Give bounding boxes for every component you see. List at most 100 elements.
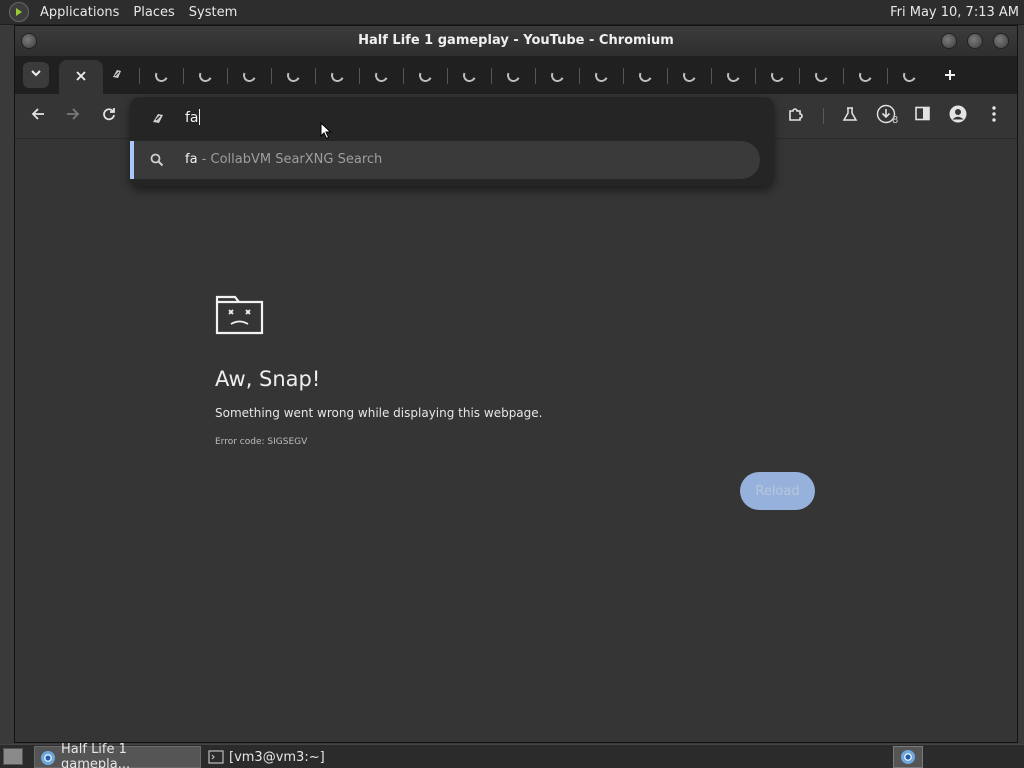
forward-button[interactable]	[60, 103, 86, 129]
loading-spinner-icon	[636, 66, 654, 84]
text-caret	[198, 109, 200, 125]
tab-separator	[887, 68, 888, 84]
terminal-icon	[208, 749, 224, 765]
collabvm-favicon-icon	[110, 66, 124, 85]
profile-button[interactable]	[945, 103, 971, 129]
window-maximize-button[interactable]	[967, 33, 983, 49]
loading-tab[interactable]	[227, 60, 271, 90]
omnibox-input[interactable]: fa	[185, 108, 200, 128]
tab-separator	[711, 68, 712, 84]
extensions-button[interactable]	[783, 103, 809, 129]
loading-spinner-icon	[196, 66, 214, 84]
show-desktop-button[interactable]	[3, 748, 23, 765]
profile-icon	[949, 105, 967, 128]
loading-tab[interactable]	[139, 60, 183, 90]
arrow-right-icon	[66, 106, 80, 126]
tab-separator	[535, 68, 536, 84]
panel-clock[interactable]: Fri May 10, 7:13 AM	[890, 0, 1019, 25]
tab-separator	[183, 68, 184, 84]
tab-separator	[447, 68, 448, 84]
gnome-foot-icon[interactable]	[9, 2, 29, 22]
labs-button[interactable]	[837, 103, 863, 129]
loading-tab[interactable]	[271, 60, 315, 90]
chevron-down-icon	[30, 67, 42, 83]
loading-tab[interactable]	[843, 60, 887, 90]
tab-separator	[667, 68, 668, 84]
loading-tab[interactable]	[183, 60, 227, 90]
downloads-count: 8	[892, 115, 899, 126]
tab-separator	[799, 68, 800, 84]
chrome-menu-button[interactable]	[981, 103, 1007, 129]
window-close-button[interactable]	[993, 33, 1009, 49]
error-message: Something went wrong while displaying th…	[215, 406, 543, 420]
collabvm-favicon-icon	[150, 110, 166, 126]
taskbar-item-chromium[interactable]: Half Life 1 gamepla...	[34, 742, 201, 768]
omnibox[interactable]: fa fa - CollabVM SearXNG Search	[130, 97, 774, 186]
system-menu[interactable]: System	[182, 0, 244, 25]
loading-tab[interactable]	[535, 60, 579, 90]
loading-tab[interactable]	[887, 60, 931, 90]
tab-separator	[271, 68, 272, 84]
plus-icon	[944, 65, 956, 86]
new-tab-button[interactable]	[937, 62, 963, 88]
loading-spinner-icon	[680, 66, 698, 84]
search-icon	[150, 152, 166, 168]
close-icon[interactable]	[76, 69, 86, 85]
reload-icon	[102, 106, 116, 126]
places-menu[interactable]: Places	[126, 0, 181, 25]
taskbar-item-label: [vm3@vm3:~]	[229, 749, 325, 765]
loading-tab[interactable]	[711, 60, 755, 90]
chromium-icon	[40, 750, 56, 766]
tab-separator	[139, 68, 140, 84]
reload-button[interactable]	[96, 103, 122, 129]
loading-tab[interactable]	[755, 60, 799, 90]
toolbar-separator	[823, 108, 824, 124]
back-button[interactable]	[25, 103, 51, 129]
taskbar-item-label: Half Life 1 gamepla...	[61, 742, 131, 768]
reload-page-button[interactable]: Reload	[740, 472, 815, 510]
page-content: Aw, Snap! Something went wrong while dis…	[15, 138, 1017, 742]
downloads-button[interactable]: 8	[873, 103, 899, 129]
error-code: Error code: SIGSEGV	[215, 437, 308, 447]
loading-tab[interactable]	[403, 60, 447, 90]
bottom-taskbar: Half Life 1 gamepla... [vm3@vm3:~]	[0, 742, 1024, 768]
taskbar-item-terminal[interactable]: [vm3@vm3:~]	[203, 746, 343, 768]
applications-menu[interactable]: Applications	[33, 0, 126, 25]
loading-spinner-icon	[504, 66, 522, 84]
tab-separator	[843, 68, 844, 84]
tray-chromium-icon[interactable]	[893, 746, 923, 768]
loading-tab[interactable]	[667, 60, 711, 90]
loading-spinner-icon	[372, 66, 390, 84]
loading-tab[interactable]	[359, 60, 403, 90]
arrow-left-icon	[31, 106, 45, 126]
loading-tab[interactable]	[799, 60, 843, 90]
loading-spinner-icon	[460, 66, 478, 84]
loading-tab[interactable]	[315, 60, 359, 90]
side-panel-icon	[914, 106, 930, 126]
window-titlebar[interactable]: Half Life 1 gameplay - YouTube - Chromiu…	[15, 26, 1017, 56]
loading-spinner-icon	[812, 66, 830, 84]
tab-separator	[491, 68, 492, 84]
loading-tab[interactable]	[623, 60, 667, 90]
window-title: Half Life 1 gameplay - YouTube - Chromiu…	[358, 33, 674, 48]
window-menu-button[interactable]	[21, 33, 37, 49]
loading-spinner-icon	[724, 66, 742, 84]
loading-tab[interactable]	[447, 60, 491, 90]
tab-search-button[interactable]	[23, 62, 49, 88]
top-panel: Applications Places System Fri May 10, 7…	[0, 0, 1024, 25]
suggestion-selected-indicator	[130, 141, 134, 179]
loading-tab[interactable]	[491, 60, 535, 90]
side-panel-button[interactable]	[909, 103, 935, 129]
loading-spinner-icon	[152, 66, 170, 84]
loading-spinner-icon	[284, 66, 302, 84]
loading-tab[interactable]	[579, 60, 623, 90]
omnibox-suggestion[interactable]: fa - CollabVM SearXNG Search	[130, 141, 760, 179]
mouse-cursor-icon	[320, 121, 332, 144]
flask-icon	[842, 106, 858, 127]
suggestion-text: fa - CollabVM SearXNG Search	[185, 150, 382, 170]
window-minimize-button[interactable]	[941, 33, 957, 49]
loading-spinner-icon	[548, 66, 566, 84]
puzzle-icon	[788, 106, 804, 127]
tab[interactable]	[95, 60, 139, 90]
tab-separator	[359, 68, 360, 84]
